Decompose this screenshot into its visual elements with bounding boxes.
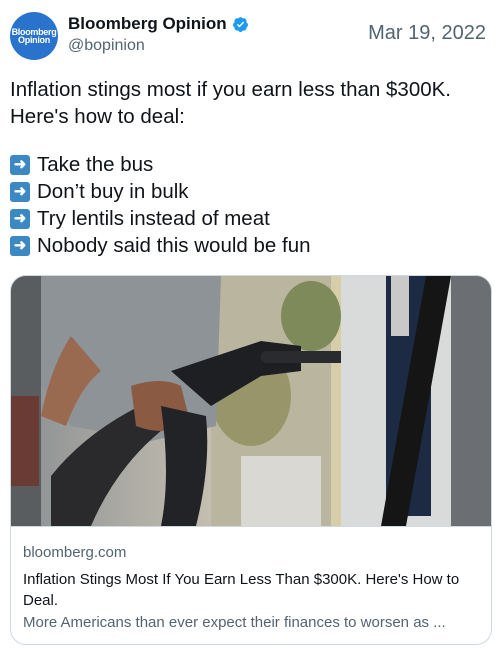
card-domain: bloomberg.com — [23, 544, 127, 561]
card-headline: Inflation Stings Most If You Earn Less T… — [23, 571, 460, 609]
gas-pump-photo[interactable] — [11, 276, 491, 526]
bullet-item: ➜ Don’t buy in bulk — [10, 178, 490, 205]
tweet-line-2: Here's how to deal: — [10, 105, 185, 128]
author-info: Bloomberg Opinion @bopinion — [68, 14, 249, 55]
bullet-text: Take the bus — [37, 152, 154, 176]
avatar-text-line2: Opinion — [18, 35, 50, 45]
avatar[interactable]: Bloomberg Opinion — [10, 12, 58, 60]
link-preview-card[interactable]: bloomberg.com Inflation Stings Most If Y… — [10, 275, 492, 645]
right-arrow-icon: ➜ — [10, 235, 30, 256]
tweet-date[interactable]: Mar 19, 2022 — [368, 22, 486, 45]
right-arrow-icon: ➜ — [10, 154, 30, 175]
bullet-text: Nobody said this would be fun — [37, 233, 311, 257]
card-meta: bloomberg.com Inflation Stings Most If Y… — [11, 526, 491, 644]
tweet-line-1: Inflation stings most if you earn less t… — [10, 78, 452, 101]
bullet-item: ➜ Try lentils instead of meat — [10, 205, 490, 232]
verified-badge-icon — [232, 16, 248, 32]
display-name[interactable]: Bloomberg Opinion — [68, 14, 227, 34]
handle[interactable]: @bopinion — [68, 37, 249, 55]
bullet-item: ➜ Nobody said this would be fun — [10, 232, 490, 259]
bullet-text: Try lentils instead of meat — [37, 206, 270, 230]
right-arrow-icon: ➜ — [10, 181, 30, 202]
tweet-header: Bloomberg Opinion Bloomberg Opinion @bop… — [10, 8, 490, 60]
tweet-bullet-list: ➜ Take the bus ➜ Don’t buy in bulk ➜ Try… — [10, 151, 490, 259]
bullet-text: Don’t buy in bulk — [37, 179, 189, 203]
tweet-text: Inflation stings most if you earn less t… — [10, 76, 490, 130]
card-description: More Americans than ever expect their fi… — [23, 614, 446, 631]
bullet-item: ➜ Take the bus — [10, 151, 490, 178]
right-arrow-icon: ➜ — [10, 208, 30, 229]
